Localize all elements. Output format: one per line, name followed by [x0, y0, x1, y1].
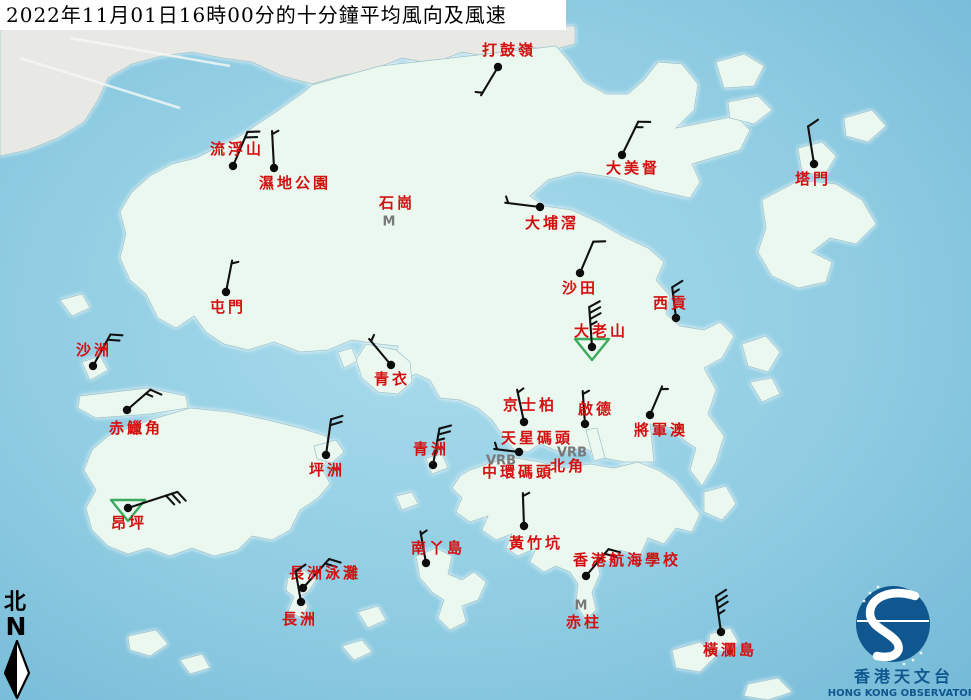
station-dot: [581, 420, 589, 428]
station-label: 塔門: [795, 170, 831, 188]
station-label: 京士柏: [503, 396, 557, 414]
station-label: 青衣: [374, 370, 410, 388]
hko-name-en: HONG KONG OBSERVATORY: [828, 688, 971, 699]
station-dot: [270, 164, 278, 172]
station-label: 昂坪: [111, 514, 147, 532]
station-label: 流浮山: [210, 140, 264, 158]
station-dot: [124, 504, 132, 512]
station-dot: [422, 559, 430, 567]
station-dot: [429, 461, 437, 469]
station-label: 大老山: [574, 322, 628, 340]
station-label: 打鼓嶺: [482, 41, 536, 59]
station-label: 南丫島: [411, 539, 465, 557]
station-dot: [520, 418, 528, 426]
station-dot: [123, 406, 131, 414]
station-dot: [222, 288, 230, 296]
station-dot: [618, 151, 626, 159]
wind-barb-line: [476, 92, 483, 93]
station-label: 黃竹坑: [509, 534, 563, 552]
hko-name-cn: 香港天文台: [853, 667, 954, 686]
map-title: 2022年11月01日16時00分的十分鐘平均風向及風速: [6, 3, 507, 27]
station-dot: [576, 269, 584, 277]
station-dot: [387, 361, 395, 369]
station-dot: [582, 572, 590, 580]
station-label: 大埔滘: [525, 214, 579, 232]
station-dot: [322, 451, 330, 459]
station-label: 西貢: [653, 294, 689, 312]
station-label: 香港航海學校: [573, 551, 681, 569]
station-dot: [810, 160, 818, 168]
station-label: 屯門: [210, 298, 246, 316]
station-dot: [297, 598, 305, 606]
station-dot: [672, 314, 680, 322]
station-dot: [89, 362, 97, 370]
station-label: 赤柱: [566, 613, 602, 631]
station-dot: [588, 343, 596, 351]
station-dot: [229, 162, 237, 170]
station-dot: [646, 411, 654, 419]
station-label: 橫瀾島: [703, 641, 757, 659]
station-label: 石崗: [378, 194, 415, 212]
title-bar: 2022年11月01日16時00分的十分鐘平均風向及風速: [0, 0, 566, 30]
station-label: 赤鱲角: [109, 419, 163, 437]
hk-wind-map: 打鼓嶺流浮山濕地公園 M 石崗 大美督塔門大埔滘沙田西貢大老山京士柏 啟德將軍澳 天星碼頭…: [0, 0, 971, 700]
station-label: 北角: [550, 457, 586, 475]
wind-barb-line: [523, 493, 524, 526]
station-label: 長洲: [282, 610, 318, 628]
wind-barb-line: [110, 335, 122, 336]
station-label: 坪洲: [309, 461, 345, 479]
station-label: 中環碼頭: [482, 463, 554, 481]
station-label: 啟德: [578, 400, 614, 418]
station-label: 長洲泳灘: [289, 564, 361, 582]
station-label: 青洲: [413, 440, 449, 458]
station-label: 沙田: [562, 279, 598, 297]
missing-data-code: M: [383, 215, 396, 230]
station-label: 將軍澳: [634, 421, 688, 439]
north-label-n: N: [6, 612, 27, 641]
station-dot: [520, 522, 528, 530]
station-dot: [515, 448, 523, 456]
station-label: 沙洲: [76, 341, 112, 359]
station-dot: [494, 63, 502, 71]
station-label: 天星碼頭: [501, 429, 573, 447]
station-dot: [536, 203, 544, 211]
station-label: 大美督: [606, 159, 660, 177]
missing-data-code: M: [575, 599, 588, 614]
station-dot: [717, 628, 725, 636]
station-label: 濕地公園: [259, 174, 331, 192]
